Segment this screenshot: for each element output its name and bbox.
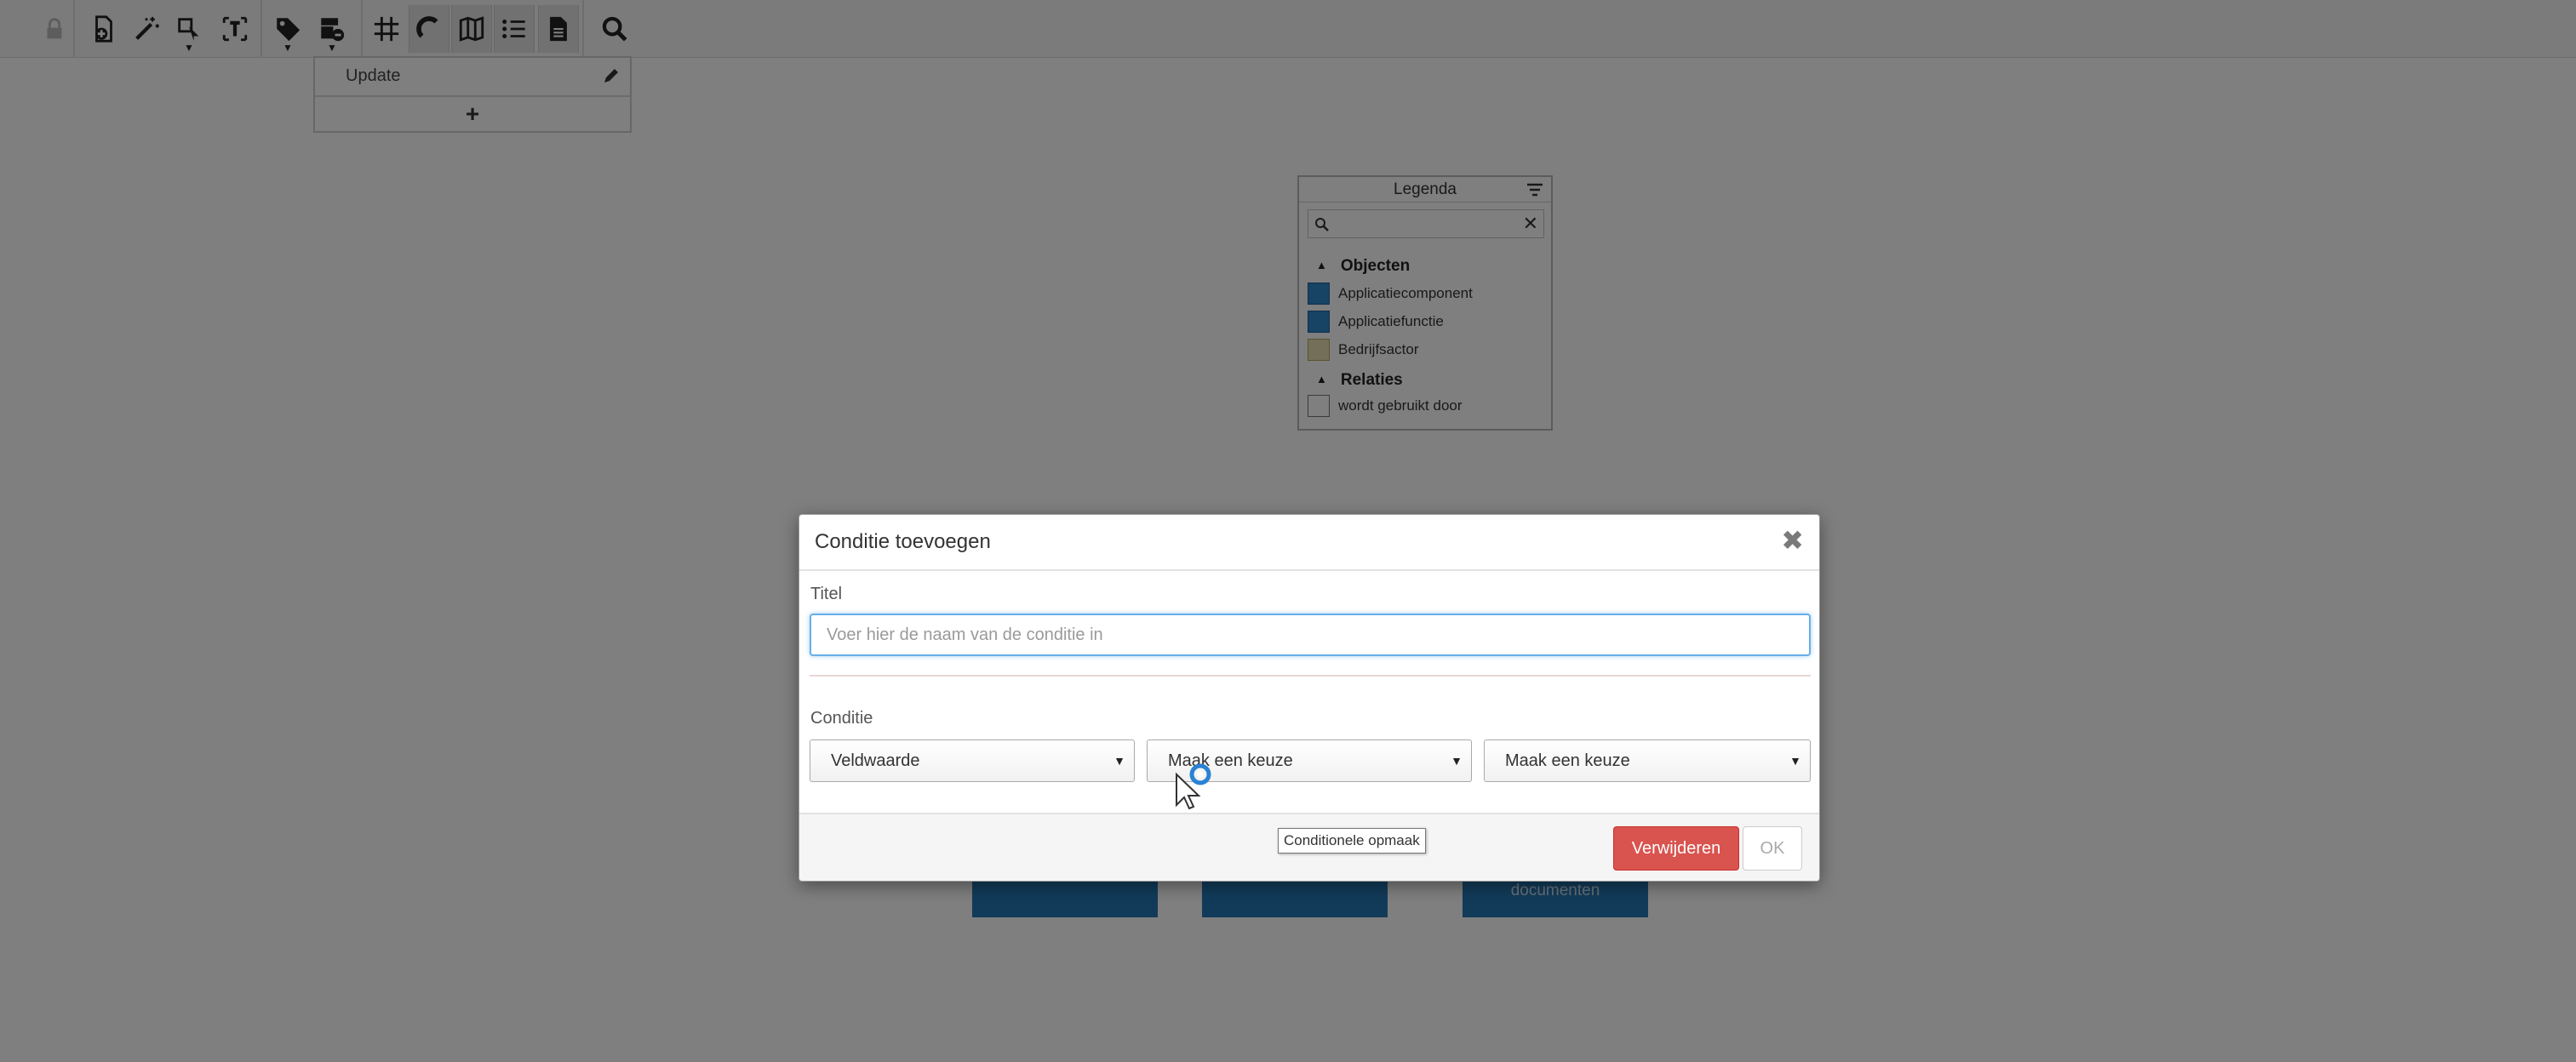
close-icon[interactable]: ✖ xyxy=(1781,527,1804,554)
chevron-down-icon: ▼ xyxy=(1451,754,1463,768)
chevron-down-icon: ▼ xyxy=(1113,754,1125,768)
condition-title-input[interactable] xyxy=(810,614,1811,656)
ok-button[interactable]: OK xyxy=(1743,826,1802,871)
divider xyxy=(810,675,1811,677)
dialog-title: Conditie toevoegen xyxy=(815,530,991,553)
chevron-down-icon: ▼ xyxy=(1789,754,1801,768)
dialog-header: Conditie toevoegen ✖ xyxy=(799,515,1819,571)
dialog-footer: Conditionele opmaak Verwijderen OK xyxy=(799,813,1819,881)
delete-button[interactable]: Verwijderen xyxy=(1613,826,1739,871)
add-condition-dialog: Conditie toevoegen ✖ Titel Conditie Veld… xyxy=(799,514,1820,882)
select-value: Maak een keuze xyxy=(1505,751,1630,770)
select-value: Veldwaarde xyxy=(831,751,920,770)
mouse-cursor-icon xyxy=(1176,763,1211,810)
operator-select[interactable]: Maak een keuze ▼ xyxy=(1484,739,1811,782)
title-field-label: Titel xyxy=(810,585,843,603)
field-type-select[interactable]: Veldwaarde ▼ xyxy=(810,739,1135,782)
condition-label: Conditie xyxy=(810,709,873,728)
tooltip: Conditionele opmaak xyxy=(1278,828,1426,854)
